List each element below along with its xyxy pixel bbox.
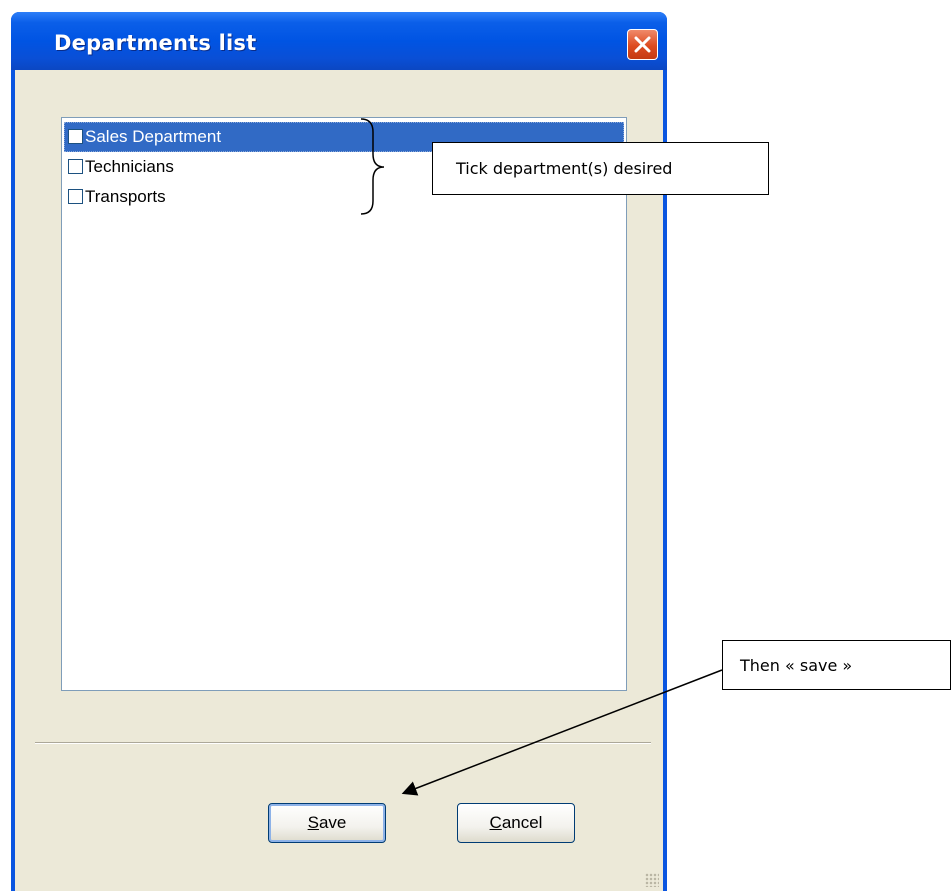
arrow-to-save — [401, 669, 723, 796]
annotation-overlay — [360, 118, 723, 796]
tick-departments-callout: Tick department(s) desired — [432, 142, 769, 195]
callout-text: Then « save » — [740, 655, 853, 675]
callout-text: Tick department(s) desired — [456, 159, 673, 178]
save-callout: Then « save » — [722, 640, 951, 690]
brace-annotation — [360, 118, 385, 215]
